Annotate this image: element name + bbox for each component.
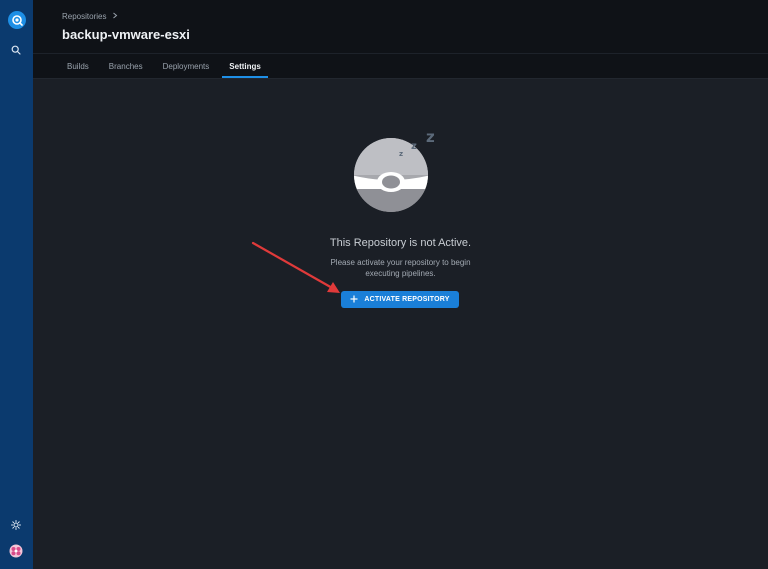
page-title: backup-vmware-esxi — [62, 27, 190, 42]
tab-branches[interactable]: Branches — [99, 59, 153, 78]
empty-state-title: This Repository is not Active. — [329, 237, 472, 249]
empty-state-description: Please activate your repository to begin… — [33, 257, 768, 279]
svg-text:z: z — [426, 128, 435, 146]
tab-settings[interactable]: Settings — [219, 59, 271, 78]
user-avatar-icon[interactable] — [9, 544, 23, 558]
search-icon[interactable] — [9, 43, 23, 57]
app-window: Repositories backup-vmware-esxi Builds B… — [0, 0, 768, 569]
svg-text:z: z — [411, 141, 417, 152]
page-header: Repositories backup-vmware-esxi Builds B… — [33, 0, 768, 79]
empty-state-description-line1: Please activate your repository to begin — [330, 258, 471, 267]
header-divider — [33, 53, 768, 54]
breadcrumb: Repositories — [62, 12, 118, 21]
tab-bar: Builds Branches Deployments Settings — [62, 59, 271, 78]
sidebar — [0, 0, 33, 569]
sun-icon[interactable] — [9, 518, 23, 532]
breadcrumb-repositories-link[interactable]: Repositories — [62, 12, 106, 21]
tab-deployments[interactable]: Deployments — [153, 59, 220, 78]
svg-text:z: z — [399, 150, 403, 158]
activate-repository-button[interactable]: ACTIVATE REPOSITORY — [341, 291, 459, 308]
sleeping-drone-icon: z z z — [351, 127, 461, 217]
activate-repository-label: ACTIVATE REPOSITORY — [364, 296, 450, 303]
content-area: z z z This Repository is not Active. Ple… — [33, 79, 768, 569]
drone-logo-icon[interactable] — [8, 11, 26, 29]
tab-builds[interactable]: Builds — [62, 59, 99, 78]
empty-state-description-line2: executing pipelines. — [365, 269, 436, 278]
plus-icon — [350, 295, 358, 305]
chevron-right-icon — [112, 12, 118, 21]
main-panel: Repositories backup-vmware-esxi Builds B… — [33, 0, 768, 569]
